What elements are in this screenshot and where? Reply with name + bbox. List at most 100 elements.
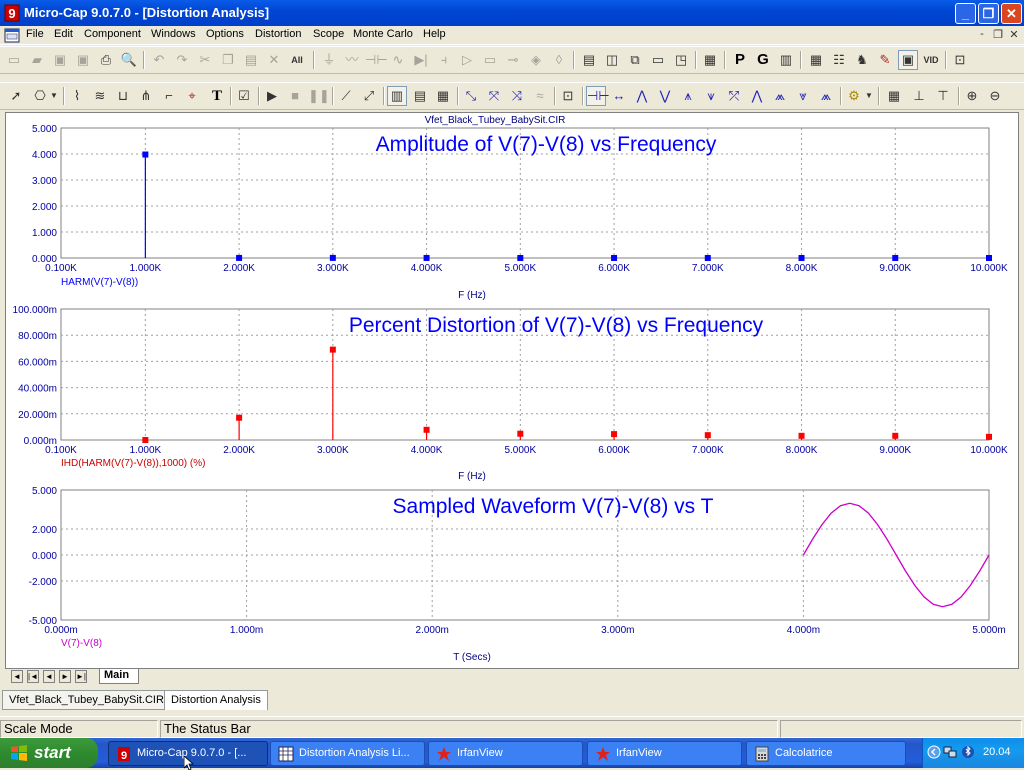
select-all-icon[interactable]: AII — [287, 50, 307, 70]
undo-icon[interactable]: ↶ — [149, 50, 169, 70]
microcap-app-icon[interactable]: 9 — [4, 4, 20, 22]
global-high-icon[interactable]: ⤱ — [724, 86, 744, 106]
doc-tab-circuit[interactable]: Vfet_Black_Tubey_BabySit.CIR — [2, 690, 171, 710]
npn-icon[interactable]: ⊸ — [503, 50, 523, 70]
wire-icon[interactable]: ▭ — [480, 50, 500, 70]
junction-icon[interactable]: ◈ — [526, 50, 546, 70]
mark-icon[interactable]: ⊥ — [909, 86, 929, 106]
vt-display-icon[interactable]: VID — [921, 50, 941, 70]
capacitor-icon[interactable]: ⊣⊢ — [365, 50, 388, 70]
save-icon[interactable]: ▣ — [50, 50, 70, 70]
minimize-button[interactable]: _ — [955, 3, 976, 24]
menu-edit[interactable]: Edit — [54, 28, 73, 40]
top-icon[interactable]: ⩕ — [770, 86, 790, 106]
restore-button[interactable]: ❐ — [978, 3, 999, 24]
network-icon[interactable] — [943, 745, 957, 759]
table-view-icon[interactable]: ▦ — [884, 86, 904, 106]
split-horizontal-icon[interactable]: ▤ — [579, 50, 599, 70]
table-icon[interactable]: ▥ — [776, 50, 796, 70]
tray-expand-icon[interactable] — [927, 745, 941, 759]
slope-icon[interactable]: ⋀ — [632, 86, 652, 106]
text-mode-icon[interactable]: ⌇ — [67, 86, 87, 106]
page-icon[interactable]: P — [730, 50, 750, 70]
probe-icon[interactable]: ☷ — [829, 50, 849, 70]
line-mode-icon[interactable]: ⊔ — [113, 86, 133, 106]
title-bar[interactable]: 9 Micro-Cap 9.0.7.0 - [Distortion Analys… — [0, 0, 1024, 26]
new-file-icon[interactable]: ▭ — [4, 50, 24, 70]
print-preview-icon[interactable]: 🔍 — [119, 50, 139, 70]
nav-first-button[interactable]: |◄ — [27, 670, 39, 683]
resistor-icon[interactable]: 〰 — [342, 50, 362, 70]
global-low-icon[interactable]: ⋀ — [747, 86, 767, 106]
menu-options[interactable]: Options — [206, 28, 244, 40]
cut-icon[interactable]: ✂ — [195, 50, 215, 70]
valley-icon[interactable]: ⤧ — [484, 86, 504, 106]
grid-3-icon[interactable]: ▦ — [433, 86, 453, 106]
right-cursor-icon[interactable]: ↔ — [609, 86, 629, 106]
mdi-close-button[interactable]: ✕ — [1007, 28, 1021, 41]
task-distortion-limits[interactable]: Distortion Analysis Li... — [270, 741, 425, 766]
pencil-icon[interactable]: ✎ — [875, 50, 895, 70]
run-icon[interactable]: ▶ — [262, 86, 282, 106]
point-icon[interactable]: ⩕ — [816, 86, 836, 106]
cascade-icon[interactable]: ⧉ — [625, 50, 645, 70]
menu-windows[interactable]: Windows — [151, 28, 196, 40]
nav-back-button[interactable]: ◄ — [43, 670, 55, 683]
doc-tab-distortion[interactable]: Distortion Analysis — [164, 690, 268, 710]
text-tool-icon[interactable]: T — [207, 86, 227, 106]
ground-icon[interactable]: ⏚ — [319, 50, 339, 70]
scope-display-icon[interactable]: ♞ — [852, 50, 872, 70]
delete-icon[interactable]: ✕ — [264, 50, 284, 70]
mdi-minimize-button[interactable]: - — [975, 28, 989, 40]
vcc-icon[interactable]: ◊ — [549, 50, 569, 70]
dropdown-arrow-icon[interactable]: ▼ — [49, 86, 59, 106]
go-dropdown-icon[interactable]: ▼ — [864, 86, 874, 106]
distortion-trace-label[interactable]: IHD(HARM(V(7)-V(8)),1000) (%) — [61, 458, 205, 469]
picture-icon[interactable]: ▣ — [898, 50, 918, 70]
menu-component[interactable]: Component — [84, 28, 141, 40]
redo-icon[interactable]: ↷ — [172, 50, 192, 70]
pause-icon[interactable]: ❚❚ — [308, 86, 330, 106]
save-all-icon[interactable]: ▣ — [73, 50, 93, 70]
low-icon[interactable]: ≈ — [530, 86, 550, 106]
bottom-icon[interactable]: ⩔ — [793, 86, 813, 106]
document-menu-icon[interactable] — [4, 28, 20, 43]
task-irfanview-2[interactable]: IrfanView — [587, 741, 742, 766]
property-icon[interactable]: ⋔ — [136, 86, 156, 106]
grid-1-icon[interactable]: ▥ — [387, 86, 407, 106]
split-vertical-icon[interactable]: ◫ — [602, 50, 622, 70]
amplitude-trace-label[interactable]: HARM(V(7)-V(8)) — [61, 277, 138, 288]
diode-icon[interactable]: ▶| — [411, 50, 431, 70]
zoom-out-icon[interactable]: ⊖ — [985, 86, 1005, 106]
mark-alt-icon[interactable]: ⊤ — [933, 86, 953, 106]
copy-icon[interactable]: ❐ — [218, 50, 238, 70]
menu-distortion[interactable]: Distortion — [255, 28, 301, 40]
nav-last-button[interactable]: ►| — [75, 670, 87, 683]
menu-scope[interactable]: Scope — [313, 28, 344, 40]
fc-icon[interactable]: ⌖ — [182, 86, 202, 106]
scale-line-icon[interactable]: ⟋ — [336, 86, 356, 106]
zoom-window-icon[interactable]: ⊡ — [950, 50, 970, 70]
select-arrow-icon[interactable]: ➚ — [6, 86, 26, 106]
tile-icon[interactable]: ▭ — [648, 50, 668, 70]
high-icon[interactable]: ⤨ — [507, 86, 527, 106]
opamp-icon[interactable]: ▷ — [457, 50, 477, 70]
battery-icon[interactable]: ⫞ — [434, 50, 454, 70]
component-mode-icon[interactable]: ⎔ — [30, 86, 50, 106]
menu-monte-carlo[interactable]: Monte Carlo — [353, 28, 413, 40]
task-calcolatrice[interactable]: Calcolatrice — [746, 741, 906, 766]
mdi-restore-button[interactable]: ❐ — [991, 28, 1005, 41]
menu-help[interactable]: Help — [423, 28, 446, 40]
start-button[interactable]: start — [0, 738, 98, 768]
plot-area[interactable]: Vfet_Black_Tubey_BabySit.CIR 5.000 4.000 3… — [5, 112, 1019, 669]
inflection-icon[interactable]: ⩛ — [701, 86, 721, 106]
task-irfanview-1[interactable]: IrfanView — [428, 741, 583, 766]
fp-icon[interactable]: ⌐ — [159, 86, 179, 106]
grid-icon[interactable]: G — [753, 50, 773, 70]
diagonal-line-icon[interactable]: ⤢ — [359, 86, 379, 106]
inductor-icon[interactable]: ∿ — [388, 50, 408, 70]
sheet-tab-main[interactable]: Main — [99, 669, 139, 684]
tile-alt-icon[interactable]: ◳ — [671, 50, 691, 70]
nav-prev-button[interactable]: ◄ — [11, 670, 23, 683]
valley-cursor-icon[interactable]: ⋁ — [655, 86, 675, 106]
